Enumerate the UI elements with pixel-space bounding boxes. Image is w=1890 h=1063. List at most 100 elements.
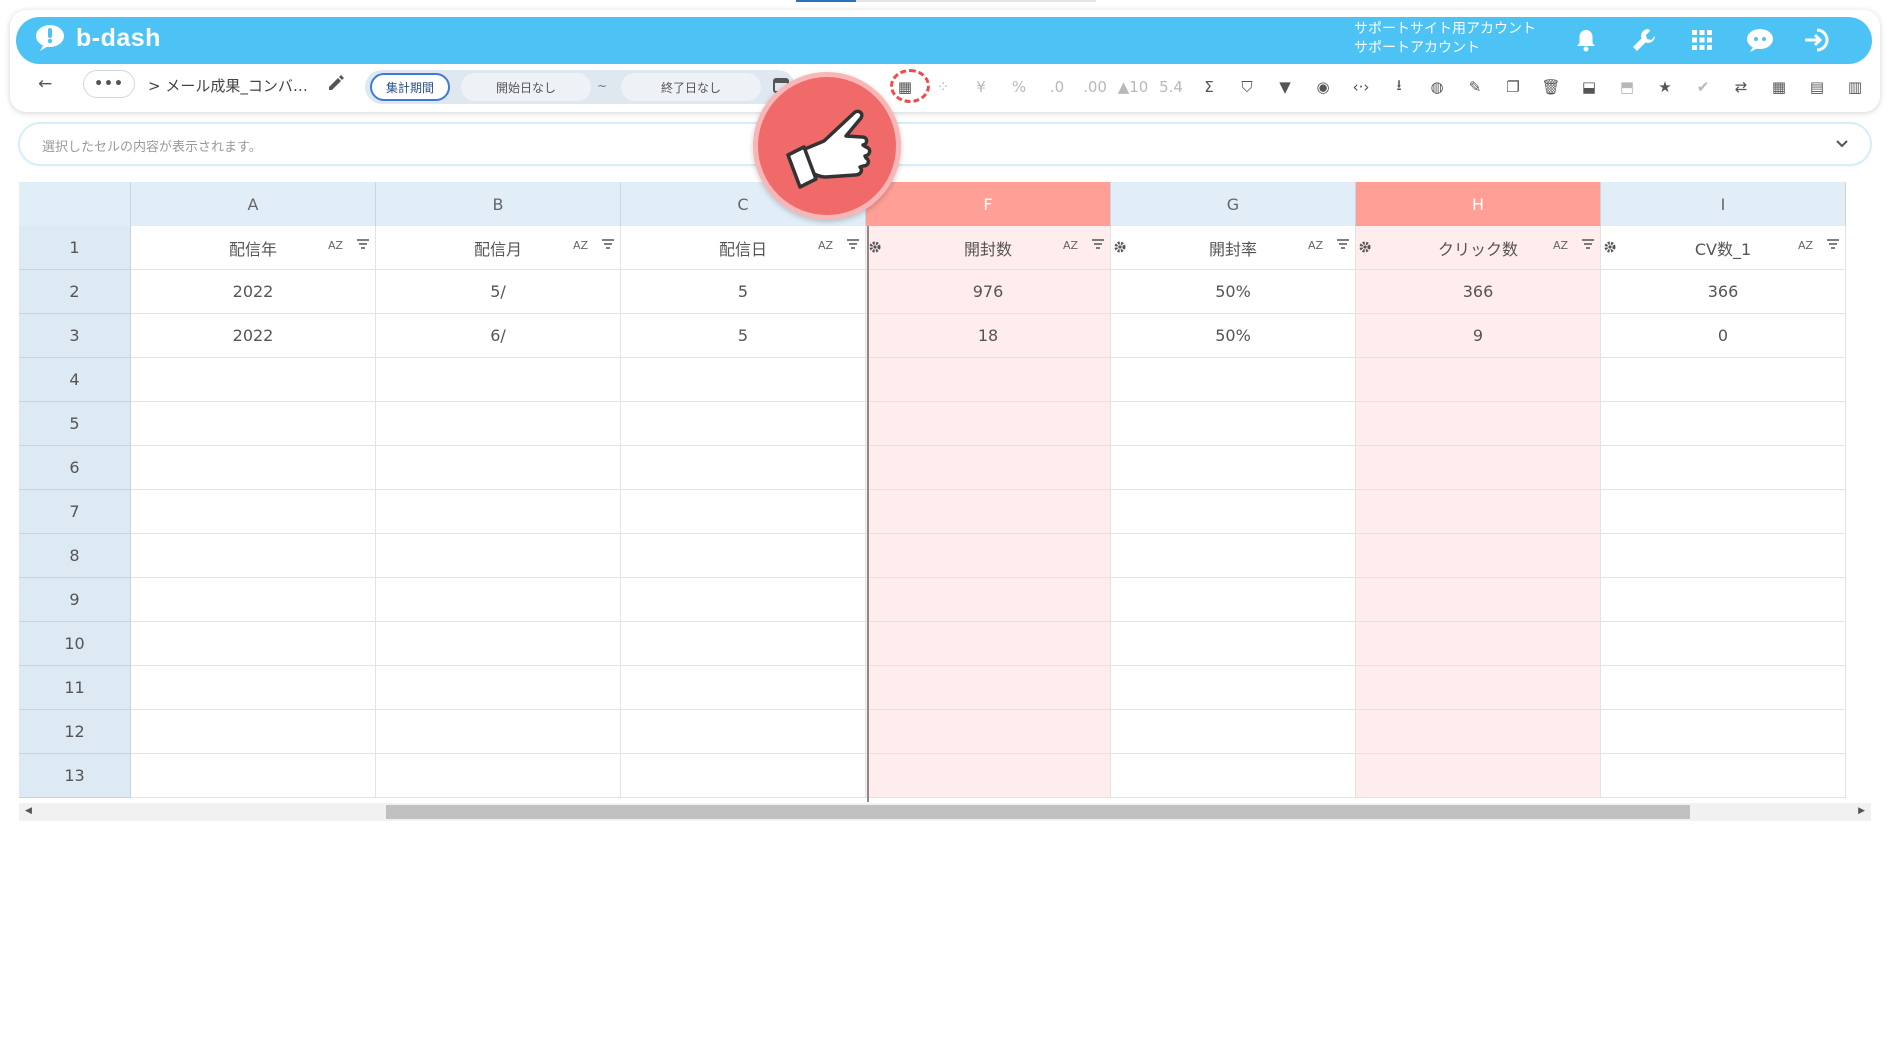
table-cell[interactable] [1111,622,1356,666]
row-number[interactable]: 8 [19,534,131,578]
table-cell[interactable] [376,358,621,402]
wrench-icon[interactable] [1628,24,1660,56]
table-cell[interactable] [621,622,866,666]
table-cell[interactable]: 2022 [131,314,376,358]
table-cell[interactable] [131,710,376,754]
table-cell[interactable] [866,710,1111,754]
table-cell[interactable] [1356,578,1601,622]
table-cell[interactable] [131,754,376,798]
table-cell[interactable] [621,446,866,490]
row-number[interactable]: 9 [19,578,131,622]
table-cell[interactable] [131,622,376,666]
column-filter-icon[interactable] [1337,239,1349,252]
edit-icon[interactable]: ✎ [1456,72,1494,102]
table-cell[interactable] [1356,666,1601,710]
table-cell[interactable] [1111,358,1356,402]
row-number[interactable]: 2 [19,270,131,314]
scale-up-icon[interactable]: ▲10 [1114,72,1152,102]
column-letter[interactable]: H [1356,182,1601,226]
table-cell[interactable]: 50% [1111,270,1356,314]
logo[interactable]: b-dash [34,23,161,53]
table-cell[interactable] [376,666,621,710]
column-letter[interactable]: B [376,182,621,226]
table-cell[interactable] [866,446,1111,490]
column-header-cell[interactable]: 配信月 AZ [376,226,621,270]
table-cell[interactable] [1356,402,1601,446]
column-letter[interactable]: A [131,182,376,226]
table-cell[interactable] [1111,710,1356,754]
table-cell[interactable]: 5/ [376,270,621,314]
table-cell[interactable] [1356,490,1601,534]
column-filter-icon[interactable] [1092,239,1104,252]
copy-icon[interactable]: ❐ [1494,72,1532,102]
row-number[interactable]: 1 [19,226,131,270]
table-cell[interactable]: 976 [866,270,1111,314]
table-cell[interactable] [1111,490,1356,534]
table-cell[interactable]: 6/ [376,314,621,358]
horizontal-scrollbar[interactable]: ◀ ▶ [19,803,1871,821]
formula-bar[interactable]: 選択したセルの内容が表示されます。 [20,124,1870,164]
table-cell[interactable] [866,666,1111,710]
column-filter-icon[interactable] [1582,239,1594,252]
table-cell[interactable] [1601,578,1846,622]
column-header-cell[interactable]: 配信年 AZ [131,226,376,270]
table-cell[interactable] [1601,490,1846,534]
scroll-right-icon[interactable]: ▶ [1858,806,1865,816]
start-date-field[interactable]: 開始日なし [461,73,591,101]
table-cell[interactable] [1601,622,1846,666]
table-cell[interactable] [376,402,621,446]
table-cell[interactable] [866,754,1111,798]
scrollbar-thumb[interactable] [386,805,1690,819]
table-cell[interactable] [131,402,376,446]
table-cell[interactable] [1356,446,1601,490]
table-cell[interactable] [1601,358,1846,402]
table-cell[interactable] [1356,358,1601,402]
decimal-increase-icon[interactable]: .00 [1076,72,1114,102]
sort-az-icon[interactable]: AZ [1063,239,1078,252]
apps-grid-icon[interactable] [1686,24,1718,56]
row-number[interactable]: 5 [19,402,131,446]
mascot-icon[interactable] [1744,24,1776,56]
table-cell[interactable] [376,578,621,622]
table-cell[interactable] [621,402,866,446]
decimal-decrease-icon[interactable]: .0 [1038,72,1076,102]
row-number[interactable]: 12 [19,710,131,754]
back-button[interactable]: ← [38,74,52,94]
unarchive-icon[interactable]: ⬒ [1608,72,1646,102]
table-cell[interactable]: 50% [1111,314,1356,358]
table-cell[interactable] [1601,446,1846,490]
table-cell[interactable] [621,578,866,622]
table-cell[interactable] [131,578,376,622]
row-number[interactable]: 6 [19,446,131,490]
trash-icon[interactable]: 🗑 [1532,72,1570,102]
table-cell[interactable] [1356,754,1601,798]
breadcrumb[interactable]: > メール成果_コンバ… [148,75,308,96]
code-icon[interactable]: ‹·› [1342,72,1380,102]
table-cell[interactable] [1111,578,1356,622]
column-letter[interactable]: F [866,182,1111,226]
filter-clear-icon[interactable]: ⛉ [1228,72,1266,102]
download-icon[interactable]: ⭳ [1380,72,1418,102]
row-number[interactable]: 3 [19,314,131,358]
sort-az-icon[interactable]: AZ [328,239,343,252]
table-cell[interactable] [866,622,1111,666]
table-cell[interactable] [1111,666,1356,710]
table-cell[interactable] [1601,402,1846,446]
sort-az-icon[interactable]: AZ [1798,239,1813,252]
period-label-button[interactable]: 集計期間 [370,73,450,101]
table-cell[interactable]: 9 [1356,314,1601,358]
table-cell[interactable] [1601,754,1846,798]
column-header-cell[interactable]: クリック数 AZ [1356,226,1601,270]
table-cell[interactable] [866,402,1111,446]
table-cell[interactable] [1111,754,1356,798]
table-cell[interactable] [1601,534,1846,578]
spreadsheet-grid[interactable]: A B C F G H I 1 配信年 AZ 配信月 AZ 配信日 AZ 開封数 AZ 開封率 AZ クリック数 AZ… [19,182,1871,802]
archive-icon[interactable]: ⬓ [1570,72,1608,102]
row-number[interactable]: 7 [19,490,131,534]
scale-down-icon[interactable]: 5.4 [1152,72,1190,102]
sum-icon[interactable]: Σ [1190,72,1228,102]
column-header-cell[interactable]: 開封率 AZ [1111,226,1356,270]
column-filter-icon[interactable] [602,239,614,252]
table-cell[interactable] [621,534,866,578]
table-cell[interactable] [131,446,376,490]
